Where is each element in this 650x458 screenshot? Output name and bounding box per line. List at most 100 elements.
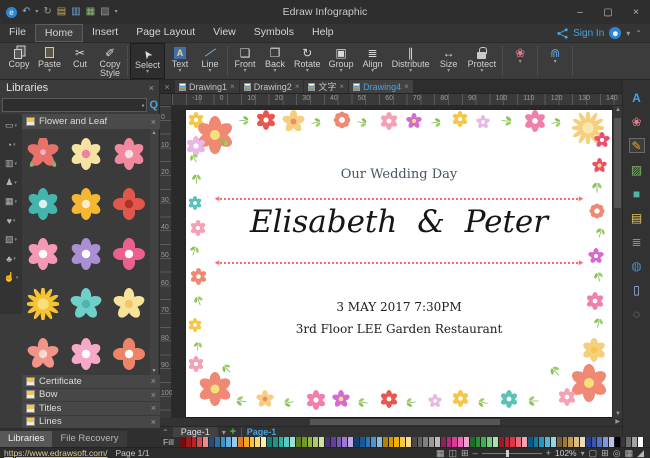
status-view-icon[interactable]: ⊞	[461, 448, 469, 458]
library-category-bar-chart-icon[interactable]: ▥ ▾	[5, 154, 17, 173]
zoom-out-button[interactable]: –	[473, 448, 478, 458]
caret-down-icon[interactable]: ▾	[306, 68, 309, 74]
caret-down-icon[interactable]: ▾	[409, 68, 412, 74]
border-flower[interactable]	[588, 202, 606, 223]
library-category-hand-icon[interactable]: ☝ ▾	[4, 268, 19, 287]
border-leaf[interactable]	[282, 396, 295, 412]
border-flower[interactable]	[558, 388, 576, 409]
caret-down-icon[interactable]: ▾	[209, 68, 212, 74]
border-flower[interactable]	[452, 390, 469, 410]
menu-item-insert[interactable]: Insert	[83, 24, 127, 42]
library-section-lines[interactable]: Lines ×	[22, 415, 160, 429]
collapse-ribbon-icon[interactable]: ⌃	[635, 29, 642, 38]
border-leaf[interactable]	[476, 396, 489, 412]
sign-in-link[interactable]: Sign In	[573, 28, 604, 39]
border-leaf[interactable]	[238, 114, 251, 130]
paper-icon[interactable]: ▯	[629, 282, 645, 297]
menu-item-file[interactable]: File	[0, 24, 35, 42]
border-flower[interactable]	[256, 390, 274, 411]
border-flower[interactable]	[190, 268, 207, 288]
caret-down-icon[interactable]: ▾	[48, 68, 51, 74]
library-search-input[interactable]: ▪	[2, 98, 148, 112]
search-caret-icon[interactable]: ▪	[142, 101, 145, 110]
library-section-bow[interactable]: Bow ×	[22, 388, 160, 402]
stamp-button[interactable]: ❀ ▾	[505, 43, 535, 79]
text-tool-icon[interactable]: A	[629, 90, 645, 105]
cut-button[interactable]: ✂ Cut	[65, 43, 95, 79]
library-section-titles[interactable]: Titles ×	[22, 402, 160, 416]
library-shape-flower-11[interactable]	[65, 279, 108, 329]
tab-close-icon[interactable]: ×	[295, 82, 300, 91]
close-document-icon[interactable]: ×	[160, 82, 174, 92]
caret-down-icon[interactable]: ▾	[371, 68, 374, 74]
border-leaf[interactable]	[526, 394, 540, 411]
border-flower[interactable]	[380, 112, 398, 133]
library-category-people-icon[interactable]: ♟ ▾	[5, 173, 17, 192]
border-leaf[interactable]	[430, 116, 443, 132]
select-button[interactable]: ➤ Select ▾	[130, 43, 166, 79]
library-shape-flower-2[interactable]	[65, 129, 108, 179]
library-shape-flower-6[interactable]	[107, 179, 150, 229]
library-shape-flower-4[interactable]	[22, 179, 65, 229]
tab-close-icon[interactable]: ×	[404, 82, 409, 91]
tab-close-icon[interactable]: ×	[339, 82, 344, 91]
invitation-datetime-text[interactable]: 3 MAY 2017 7:30PM	[186, 300, 612, 314]
border-flower[interactable]	[256, 110, 276, 133]
library-shape-flower-15[interactable]	[107, 329, 150, 375]
print-icon[interactable]: ▧	[100, 7, 109, 17]
section-close-icon[interactable]: ×	[151, 117, 156, 127]
maximize-button[interactable]: ▢	[594, 0, 622, 24]
minimize-button[interactable]: –	[566, 0, 594, 24]
page-list-icon[interactable]: ⌃	[162, 428, 169, 437]
library-section-flower-and-leaf[interactable]: Flower and Leaf ×	[22, 114, 160, 129]
save-icon[interactable]: ▦	[86, 7, 95, 17]
distribute-button[interactable]: ∥ Distribute ▾	[388, 43, 434, 79]
menu-item-view[interactable]: View	[204, 24, 245, 42]
library-shape-flower-9[interactable]	[107, 229, 150, 279]
library-shape-flower-7[interactable]	[22, 229, 65, 279]
border-leaf[interactable]	[500, 114, 514, 131]
library-shape-flower-13[interactable]	[22, 329, 65, 375]
zoom-level[interactable]: 102%	[555, 448, 577, 458]
section-close-icon[interactable]: ×	[151, 403, 156, 413]
caret-down-icon[interactable]: ▾	[554, 59, 557, 65]
library-shape-flower-1[interactable]	[22, 129, 65, 179]
new-document-icon[interactable]: ▤	[57, 7, 66, 17]
section-close-icon[interactable]: ×	[151, 417, 156, 427]
border-flower[interactable]	[306, 390, 326, 413]
invitation-venue-text[interactable]: 3rd Floor LEE Garden Restaurant	[186, 322, 612, 336]
close-button[interactable]: ×	[622, 0, 650, 24]
status-fit-icon[interactable]: ⊞	[601, 448, 609, 458]
library-shape-flower-12[interactable]	[107, 279, 150, 329]
library-scrollbar[interactable]: ▲ ▼	[150, 129, 158, 375]
color-swatch-icon[interactable]: ■	[629, 186, 645, 201]
library-section-certificate[interactable]: Certificate ×	[22, 375, 160, 389]
section-close-icon[interactable]: ×	[151, 376, 156, 386]
size-button[interactable]: ↔ Size ▾	[434, 43, 464, 79]
border-leaf[interactable]	[190, 172, 203, 188]
zoom-slider-thumb[interactable]	[505, 449, 509, 457]
border-leaf[interactable]	[188, 152, 200, 167]
picture-icon[interactable]: ▨	[629, 162, 645, 177]
page-tab[interactable]: Page-1	[172, 426, 218, 438]
zoom-caret-icon[interactable]: ▾	[581, 449, 585, 458]
back-button[interactable]: ❐ Back ▾	[260, 43, 290, 79]
library-shape-flower-8[interactable]	[65, 229, 108, 279]
border-flower[interactable]	[282, 110, 305, 136]
border-leaf[interactable]	[356, 396, 369, 412]
line-button[interactable]: Line ▾	[195, 43, 225, 79]
caret-down-icon[interactable]: ▾	[340, 68, 343, 74]
border-flower[interactable]	[188, 356, 204, 375]
panel-tab-libraries[interactable]: Libraries	[0, 431, 53, 447]
zoom-slider[interactable]	[481, 449, 542, 457]
undo-caret-icon[interactable]: ▾	[35, 9, 38, 15]
page-tab-caret-icon[interactable]: ▾	[222, 428, 226, 437]
border-leaf[interactable]	[594, 226, 607, 242]
horizontal-scroll-thumb[interactable]	[310, 419, 500, 425]
border-leaf[interactable]	[234, 394, 248, 411]
undo-icon[interactable]: ↶	[22, 7, 30, 17]
invitation-title-text[interactable]: Our Wedding Day	[186, 167, 612, 182]
clipart-icon[interactable]: ❀	[629, 114, 645, 129]
border-flower[interactable]	[188, 196, 202, 213]
border-flower[interactable]	[332, 390, 350, 411]
